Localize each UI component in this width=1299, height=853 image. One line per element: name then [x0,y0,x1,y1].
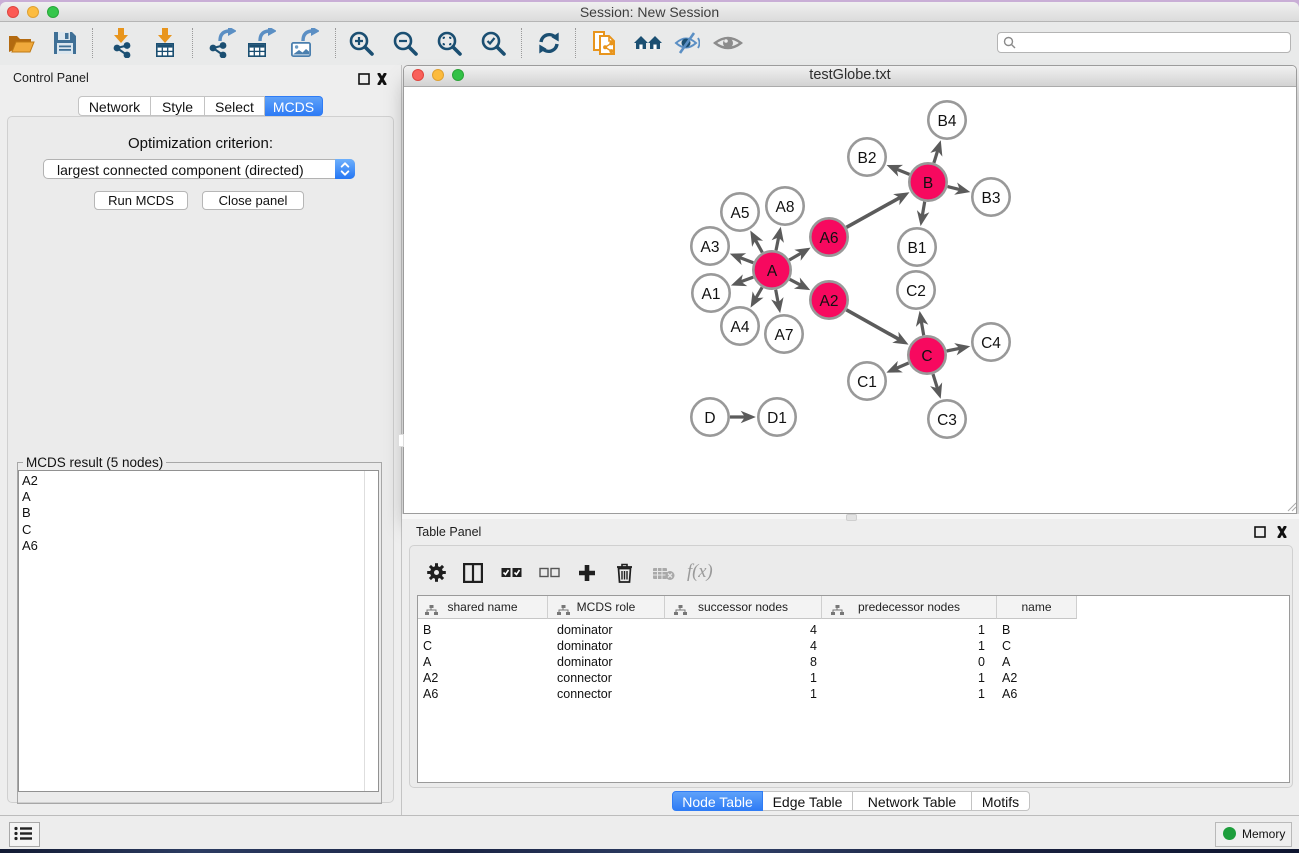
svg-text:B3: B3 [982,190,1001,207]
svg-text:D1: D1 [767,410,787,427]
svg-text:C4: C4 [981,335,1001,352]
svg-text:B1: B1 [908,240,927,257]
svg-text:C1: C1 [857,374,877,391]
svg-text:C3: C3 [937,412,957,429]
svg-text:B: B [923,175,933,192]
svg-text:A2: A2 [820,293,839,310]
svg-text:A8: A8 [776,199,795,216]
svg-text:A5: A5 [731,205,750,222]
svg-text:A7: A7 [775,327,794,344]
svg-text:A6: A6 [820,230,839,247]
svg-text:A4: A4 [731,319,750,336]
svg-text:A3: A3 [701,239,720,256]
svg-text:A1: A1 [702,286,721,303]
svg-text:B2: B2 [858,150,877,167]
svg-text:D: D [704,410,715,427]
svg-text:C2: C2 [906,283,926,300]
svg-text:A: A [767,263,778,280]
svg-text:B4: B4 [938,113,957,130]
svg-text:C: C [921,348,932,365]
